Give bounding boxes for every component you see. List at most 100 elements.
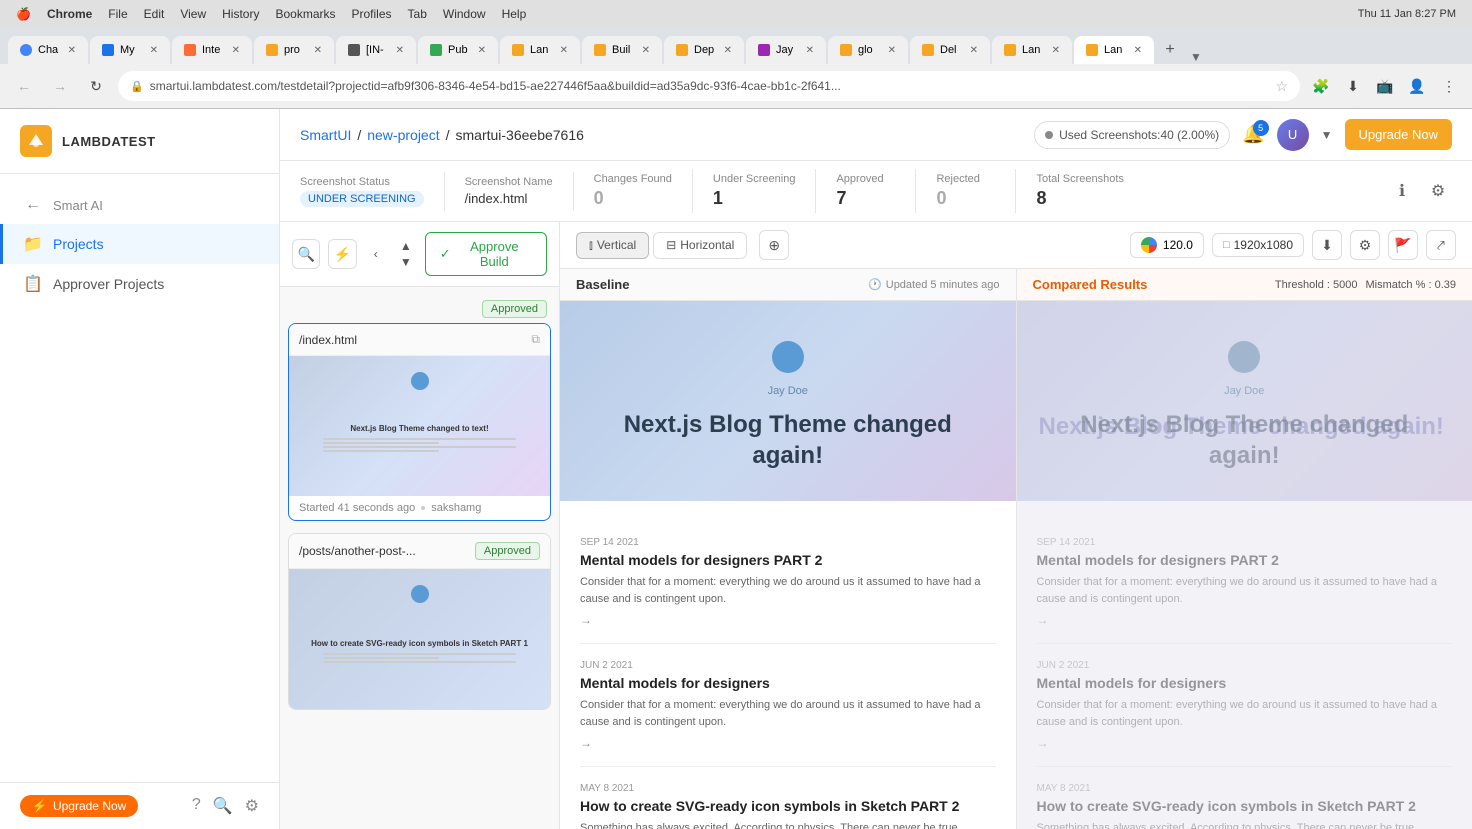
bookmark-icon[interactable]: ☆ bbox=[1275, 78, 1288, 95]
tab-glo[interactable]: glo ✕ bbox=[828, 36, 908, 64]
breadcrumb: SmartUI / new-project / smartui-36eebe76… bbox=[300, 127, 584, 143]
horizontal-view-button[interactable]: ⊟ Horizontal bbox=[653, 232, 747, 259]
copy-icon-index[interactable]: ⧉ bbox=[531, 332, 540, 347]
tab-close-lan1[interactable]: ✕ bbox=[560, 45, 568, 56]
tab-lan2[interactable]: Lan ✕ bbox=[992, 36, 1072, 64]
tab-favicon-lan1 bbox=[512, 44, 524, 56]
tab-close-pro[interactable]: ✕ bbox=[314, 45, 322, 56]
gear-settings-icon[interactable]: ⚙ bbox=[1424, 177, 1452, 205]
blog-post-item-compared-2: MAY 8 2021 How to create SVG-ready icon … bbox=[1037, 767, 1453, 829]
tab-close-dep[interactable]: ✕ bbox=[724, 45, 732, 56]
tab-favicon-dep bbox=[676, 44, 688, 56]
tab-close-glo[interactable]: ✕ bbox=[888, 45, 896, 56]
tab-close-del[interactable]: ✕ bbox=[970, 45, 978, 56]
blog-post-text-1: Consider that for a moment: everything w… bbox=[580, 697, 996, 730]
screenshot-meta-index: Started 41 seconds ago sakshamg bbox=[289, 496, 550, 520]
tab-del[interactable]: Del ✕ bbox=[910, 36, 990, 64]
overlay-button[interactable]: ⊕ bbox=[759, 230, 789, 260]
search-list-button[interactable]: 🔍 bbox=[292, 239, 320, 269]
tab-in[interactable]: [IN- ✕ bbox=[336, 36, 416, 64]
upgrade-now-sidebar[interactable]: ⚡ Upgrade Now bbox=[20, 795, 138, 817]
down-arrow-icon[interactable]: ▼ bbox=[395, 254, 417, 270]
screenshot-item-posts-header: /posts/another-post-... Approved bbox=[289, 534, 550, 569]
back-button[interactable]: ← bbox=[10, 72, 38, 100]
menu-view[interactable]: View bbox=[180, 7, 206, 21]
upgrade-now-button[interactable]: Upgrade Now bbox=[1345, 119, 1453, 150]
approve-build-button[interactable]: ✓ Approve Build bbox=[425, 232, 547, 276]
menu-help[interactable]: Help bbox=[502, 7, 527, 21]
blog-post-arrow-0: → bbox=[580, 613, 996, 627]
menu-icon[interactable]: ⋮ bbox=[1436, 73, 1462, 99]
download-screenshot-button[interactable]: ⬇ bbox=[1312, 230, 1342, 260]
menu-window[interactable]: Window bbox=[443, 7, 486, 21]
tab-close-jay[interactable]: ✕ bbox=[806, 45, 814, 56]
apple-menu[interactable]: 🍎 bbox=[16, 7, 31, 21]
tab-close-buil[interactable]: ✕ bbox=[642, 45, 650, 56]
compared-post-date-2: MAY 8 2021 bbox=[1037, 783, 1453, 794]
chrome-zoom-control[interactable]: 120.0 bbox=[1130, 232, 1204, 258]
download-icon[interactable]: ⬇ bbox=[1340, 73, 1366, 99]
tab-close-in[interactable]: ✕ bbox=[396, 45, 404, 56]
tab-lan-active[interactable]: Lan ✕ bbox=[1074, 36, 1154, 64]
sidebar-logo-area: LAMBDATEST bbox=[0, 109, 279, 174]
tab-close-inte[interactable]: ✕ bbox=[232, 45, 240, 56]
up-arrow-icon[interactable]: ▲ bbox=[395, 238, 417, 254]
menu-tab[interactable]: Tab bbox=[408, 7, 427, 21]
menu-edit[interactable]: Edit bbox=[144, 7, 165, 21]
tab-pro[interactable]: pro ✕ bbox=[254, 36, 334, 64]
help-icon[interactable]: ? bbox=[192, 796, 201, 816]
sidebar-item-projects[interactable]: 📁 Projects bbox=[0, 224, 279, 264]
breadcrumb-root[interactable]: SmartUI bbox=[300, 127, 351, 143]
menu-file[interactable]: File bbox=[108, 7, 127, 21]
url-input[interactable] bbox=[150, 79, 1276, 93]
settings-compare-button[interactable]: ⚙ bbox=[1350, 230, 1380, 260]
tab-close-lan-active[interactable]: ✕ bbox=[1134, 45, 1142, 56]
extensions-icon[interactable]: 🧩 bbox=[1308, 73, 1334, 99]
new-tab-button[interactable]: + bbox=[1156, 36, 1184, 64]
tab-close-pub[interactable]: ✕ bbox=[478, 45, 486, 56]
blog-author-compared: Jay Doe bbox=[1037, 385, 1453, 397]
tab-inte[interactable]: Inte ✕ bbox=[172, 36, 252, 64]
avatar[interactable]: U bbox=[1277, 119, 1309, 151]
compared-title: Compared Results bbox=[1033, 277, 1148, 292]
tab-pub[interactable]: Pub ✕ bbox=[418, 36, 498, 64]
avatar-dropdown-icon[interactable]: ▼ bbox=[1321, 128, 1333, 142]
sidebar-nav: ← Smart AI 📁 Projects 📋 Approver Project… bbox=[0, 174, 279, 782]
screencast-icon[interactable]: 📺 bbox=[1372, 73, 1398, 99]
tab-expand[interactable]: ▼ bbox=[1190, 50, 1202, 64]
screenshot-item-posts[interactable]: /posts/another-post-... Approved How to … bbox=[288, 533, 551, 710]
share-button[interactable]: ⤤ bbox=[1426, 230, 1456, 260]
forward-button[interactable]: → bbox=[46, 72, 74, 100]
breadcrumb-project[interactable]: new-project bbox=[367, 127, 439, 143]
tab-my[interactable]: My ✕ bbox=[90, 36, 170, 64]
tab-buil[interactable]: Buil ✕ bbox=[582, 36, 662, 64]
sidebar-item-approver-projects[interactable]: 📋 Approver Projects bbox=[0, 264, 279, 304]
tab-close-cha[interactable]: ✕ bbox=[68, 45, 76, 56]
screenshot-item-index[interactable]: /index.html ⧉ Next.js Blog Theme changed… bbox=[288, 323, 551, 521]
tab-lan1[interactable]: Lan ✕ bbox=[500, 36, 580, 64]
search-icon[interactable]: 🔍 bbox=[213, 796, 233, 816]
tab-jay[interactable]: Jay ✕ bbox=[746, 36, 826, 64]
baseline-image-area: Jay Doe Next.js Blog Theme changed again… bbox=[560, 301, 1016, 829]
tab-cha[interactable]: Cha ✕ bbox=[8, 36, 88, 64]
prev-arrow-icon[interactable]: ‹ bbox=[365, 246, 387, 262]
tab-label-in: [IN- bbox=[366, 44, 390, 56]
sidebar-back-smartai[interactable]: ← Smart AI bbox=[0, 186, 279, 224]
reload-button[interactable]: ↻ bbox=[82, 72, 110, 100]
menu-bookmarks[interactable]: Bookmarks bbox=[275, 7, 335, 21]
filter-button[interactable]: ⚡ bbox=[328, 239, 356, 269]
tab-close-my[interactable]: ✕ bbox=[150, 45, 158, 56]
menu-history[interactable]: History bbox=[222, 7, 259, 21]
tab-close-lan2[interactable]: ✕ bbox=[1052, 45, 1060, 56]
info-icon[interactable]: ℹ bbox=[1388, 177, 1416, 205]
url-bar[interactable]: 🔒 ☆ bbox=[118, 71, 1300, 101]
menu-profiles[interactable]: Profiles bbox=[352, 7, 392, 21]
flag-button[interactable]: 🚩 bbox=[1388, 230, 1418, 260]
profile-icon[interactable]: 👤 bbox=[1404, 73, 1430, 99]
app-menu-chrome[interactable]: Chrome bbox=[47, 7, 92, 21]
vertical-view-button[interactable]: ⫾ Vertical bbox=[576, 232, 649, 259]
thumb-avatar-posts bbox=[411, 585, 429, 603]
settings-icon[interactable]: ⚙ bbox=[245, 796, 259, 816]
notification-bell-icon[interactable]: 🔔 5 bbox=[1242, 124, 1264, 144]
tab-dep[interactable]: Dep ✕ bbox=[664, 36, 744, 64]
